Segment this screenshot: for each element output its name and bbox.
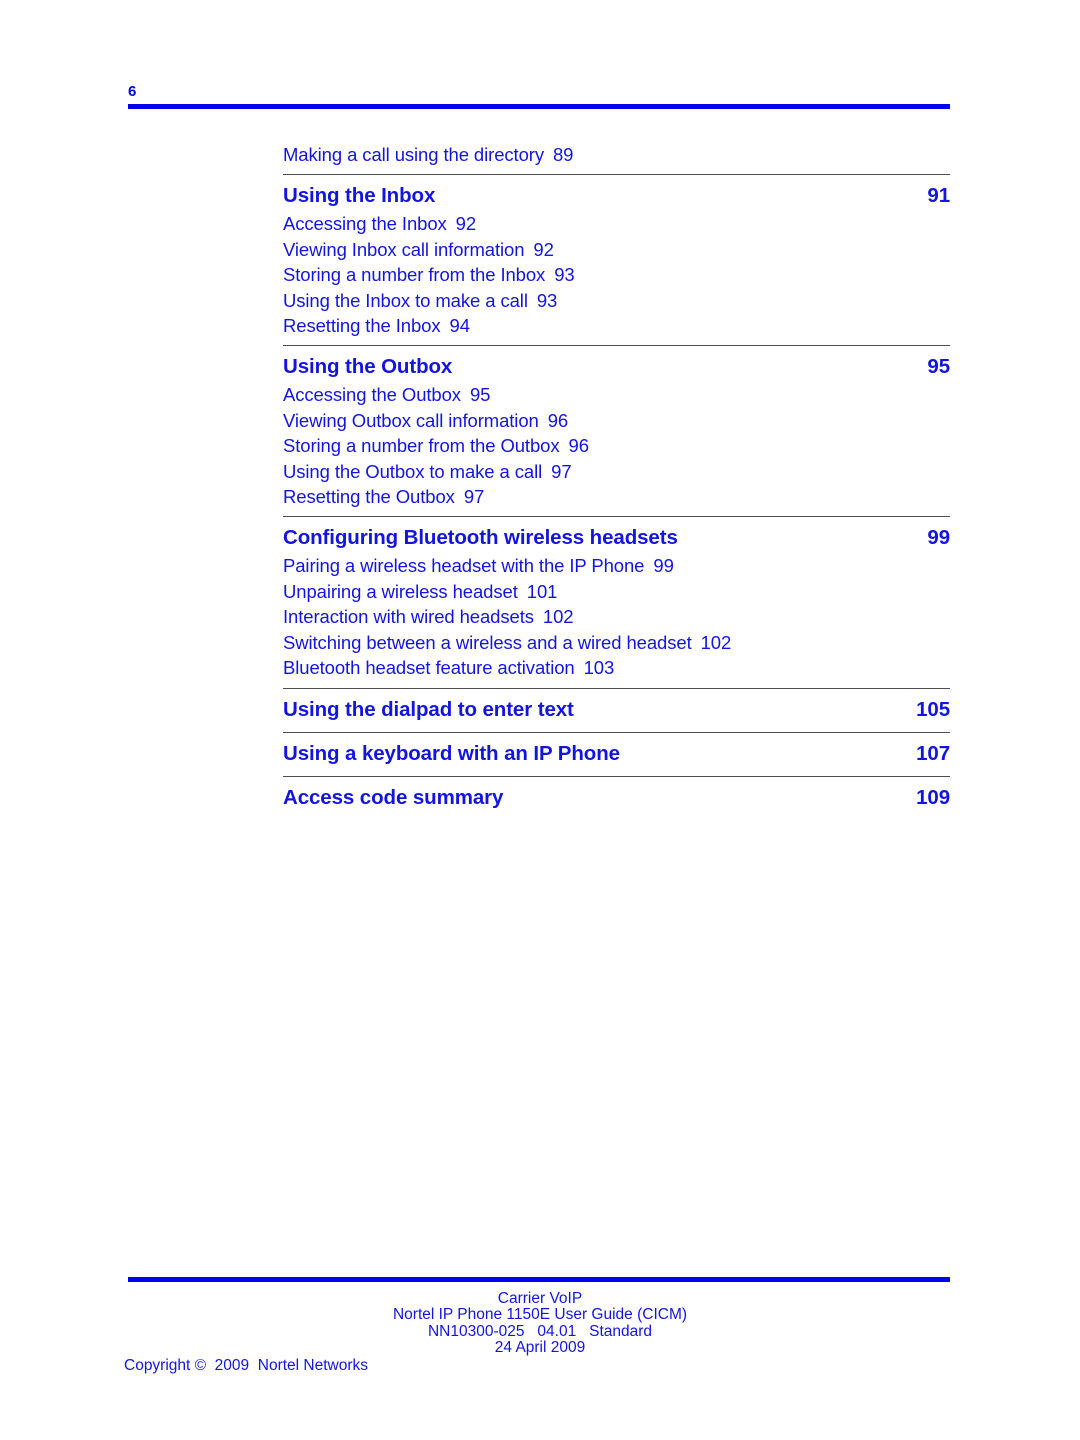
toc-heading-page: 91 xyxy=(927,184,950,208)
toc-entry[interactable]: Using the Outbox to make a call 97 xyxy=(283,459,950,484)
toc-heading-page: 105 xyxy=(916,697,950,721)
toc-entry-label: Viewing Inbox call information xyxy=(283,238,525,260)
footer-line-title: Nortel IP Phone 1150E User Guide (CICM) xyxy=(392,1306,688,1324)
toc-entry[interactable]: Storing a number from the Inbox 93 xyxy=(283,262,950,287)
toc-group-list: Using the Inbox 91 Accessing the Inbox 92 Vi… xyxy=(283,174,950,812)
toc-separator-rule xyxy=(283,174,950,176)
toc-entry[interactable]: Making a call using the directory 89 xyxy=(283,142,950,167)
footer-copyright: Copyright © 2009 Nortel Networks xyxy=(124,1357,369,1374)
toc-entry-page: 101 xyxy=(526,580,558,602)
toc-heading[interactable]: Using the Inbox 91 xyxy=(283,176,950,211)
toc-heading-page: 99 xyxy=(927,526,950,550)
toc-entry-label: Resetting the Outbox xyxy=(283,486,455,508)
toc-entry-page: 92 xyxy=(533,238,554,260)
toc-entry-label: Bluetooth headset feature activation xyxy=(283,657,575,679)
toc-separator-rule xyxy=(283,687,950,689)
toc-entry[interactable]: Unpairing a wireless headset 101 xyxy=(283,579,950,604)
toc-heading-page: 95 xyxy=(927,355,950,379)
toc-entry-page: 96 xyxy=(547,409,569,431)
toc-entry-page: 99 xyxy=(653,555,674,577)
toc-heading-page: 107 xyxy=(916,741,950,765)
toc-entry-label: Making a call using the directory xyxy=(283,144,544,165)
toc-entry-page: 96 xyxy=(568,435,589,457)
toc-heading-label: Configuring Bluetooth wireless headsets xyxy=(283,526,678,550)
toc-entry-page: 97 xyxy=(463,486,485,508)
toc-heading-label: Using a keyboard with an IP Phone xyxy=(283,741,620,765)
toc-entry-label: Interaction with wired headsets xyxy=(283,606,534,628)
toc-entry-page: 102 xyxy=(542,606,574,628)
toc-entry[interactable]: Storing a number from the Outbox 96 xyxy=(283,433,950,458)
toc-heading[interactable]: Access code summary 109 xyxy=(283,778,950,813)
toc-entry[interactable]: Pairing a wireless headset with the IP P… xyxy=(283,553,950,578)
toc-entry-label: Pairing a wireless headset with the IP P… xyxy=(283,555,645,577)
toc-entry-label: Accessing the Inbox xyxy=(283,213,447,235)
toc-entry[interactable]: Bluetooth headset feature activation 103 xyxy=(283,655,950,680)
toc-entry-label: Using the Outbox to make a call xyxy=(283,460,543,482)
toc-heading[interactable]: Using the Outbox 95 xyxy=(283,347,950,382)
document-page: 6 Making a call using the directory 89 U… xyxy=(0,0,1080,1440)
toc-separator-rule xyxy=(283,345,950,347)
toc-entry[interactable]: Switching between a wireless and a wired… xyxy=(283,630,950,655)
toc-entry[interactable]: Interaction with wired headsets 102 xyxy=(283,604,950,629)
toc-heading-label: Using the dialpad to enter text xyxy=(283,697,574,721)
toc-entry[interactable]: Accessing the Outbox 95 xyxy=(283,382,950,407)
toc-group: Configuring Bluetooth wireless headsets 9… xyxy=(283,516,950,680)
footer-line-docnumber: NN10300-025 04.01 Standard xyxy=(427,1322,653,1340)
toc-heading-label: Using the Outbox xyxy=(283,355,453,379)
footer-line-date: 24 April 2009 xyxy=(494,1339,586,1357)
toc-entry-page: 93 xyxy=(554,264,575,286)
toc-heading[interactable]: Using a keyboard with an IP Phone 107 xyxy=(283,734,950,769)
toc-heading-page: 109 xyxy=(916,785,950,809)
toc-entry-label: Switching between a wireless and a wired… xyxy=(283,631,692,653)
toc-entry-label: Accessing the Outbox xyxy=(283,384,461,406)
toc-heading[interactable]: Using the dialpad to enter text 105 xyxy=(283,690,950,725)
toc-entry[interactable]: Using the Inbox to make a call 93 xyxy=(283,288,950,313)
toc-entry-page: 102 xyxy=(700,631,732,653)
toc-entry-page: 94 xyxy=(449,315,470,337)
toc-entry-page: 89 xyxy=(552,144,574,165)
toc-entry-label: Resetting the Inbox xyxy=(283,315,441,337)
page-folio-number: 6 xyxy=(128,83,137,100)
footer-document-info: Carrier VoIP Nortel IP Phone 1150E User … xyxy=(0,1290,1080,1357)
toc-entry[interactable]: Resetting the Inbox 94 xyxy=(283,313,950,338)
toc-separator-rule xyxy=(283,516,950,518)
toc-group: Using the dialpad to enter text 105 xyxy=(283,687,950,725)
toc-entry[interactable]: Accessing the Inbox 92 xyxy=(283,211,950,236)
toc-entry-label: Using the Inbox to make a call xyxy=(283,289,528,311)
toc-separator-rule xyxy=(283,731,950,733)
footer-rule xyxy=(128,1277,950,1282)
toc-group: Using the Inbox 91 Accessing the Inbox 92 Vi… xyxy=(283,174,950,338)
toc-heading-label: Access code summary xyxy=(283,785,504,809)
toc-entry-page: 97 xyxy=(551,460,572,482)
toc-separator-rule xyxy=(283,775,950,777)
toc-entry-label: Storing a number from the Inbox xyxy=(283,264,546,286)
toc-group: Using a keyboard with an IP Phone 107 xyxy=(283,731,950,769)
toc-entry-page: 93 xyxy=(536,289,558,311)
toc-entry-page: 103 xyxy=(583,657,615,679)
toc-group: Access code summary 109 xyxy=(283,775,950,813)
header-rule xyxy=(128,104,950,109)
toc-heading[interactable]: Configuring Bluetooth wireless headsets 9… xyxy=(283,518,950,553)
footer-line-product: Carrier VoIP xyxy=(497,1290,583,1307)
toc-entry-label: Unpairing a wireless headset xyxy=(283,580,518,602)
toc-entry-page: 95 xyxy=(469,384,491,406)
toc-entry[interactable]: Resetting the Outbox 97 xyxy=(283,484,950,509)
toc-heading-label: Using the Inbox xyxy=(283,184,436,208)
toc-entry-page: 92 xyxy=(455,213,477,235)
table-of-contents: Making a call using the directory 89 Usi… xyxy=(283,142,950,813)
toc-group: Using the Outbox 95 Accessing the Outbox 95… xyxy=(283,345,950,509)
toc-entry-label: Storing a number from the Outbox xyxy=(283,435,560,457)
toc-entry[interactable]: Viewing Inbox call information 92 xyxy=(283,237,950,262)
toc-entry-label: Viewing Outbox call information xyxy=(283,409,539,431)
toc-entry[interactable]: Viewing Outbox call information 96 xyxy=(283,408,950,433)
